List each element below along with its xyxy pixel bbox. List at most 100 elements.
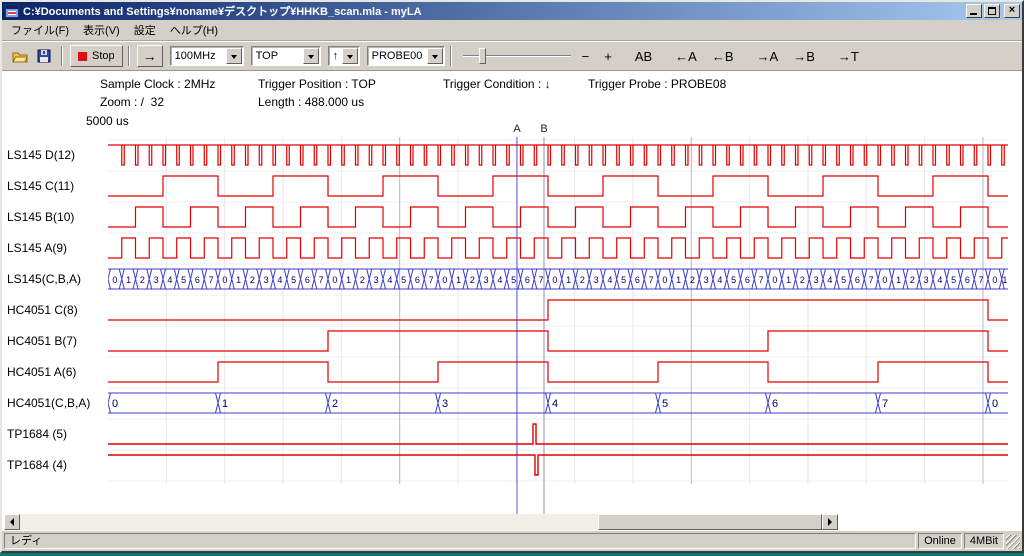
zoom-out-button[interactable]: −	[578, 47, 594, 66]
trigger-edge-select[interactable]: ↑	[328, 46, 360, 66]
wave-2	[108, 207, 1008, 227]
minimize-button[interactable]	[966, 4, 982, 18]
clock-select[interactable]: 100MHz	[170, 46, 244, 66]
bus-value: 3	[814, 275, 819, 285]
bus-value: 4	[827, 275, 832, 285]
bus-value: 6	[635, 275, 640, 285]
bus-value: 1	[896, 275, 901, 285]
goto-trigger-button[interactable]: →T	[834, 47, 863, 66]
bus-value: 7	[539, 275, 544, 285]
probe-value: PROBE00	[368, 50, 427, 62]
bus-value: 2	[332, 398, 338, 410]
trigger-edge-value: ↑	[329, 50, 342, 62]
bus-value: 3	[154, 275, 159, 285]
maximize-button[interactable]	[984, 4, 1000, 18]
bus-value: 0	[772, 275, 777, 285]
bus-value: 5	[731, 275, 736, 285]
scroll-right-button[interactable]	[822, 514, 838, 530]
bus-value: 1	[786, 275, 791, 285]
right-to-a-button[interactable]: →A	[753, 47, 783, 66]
toolbar-separator	[128, 46, 130, 66]
bus-value: 2	[800, 275, 805, 285]
bus-value: 3	[484, 275, 489, 285]
left-to-b-button[interactable]: ←B	[708, 47, 738, 66]
chevron-down-icon[interactable]	[303, 48, 319, 64]
bus-value: 3	[924, 275, 929, 285]
bus-value: 6	[855, 275, 860, 285]
bus-value: 1	[1002, 275, 1007, 285]
menu-item-settings[interactable]: 設定	[127, 20, 163, 40]
chevron-down-icon[interactable]	[342, 48, 358, 64]
status-message: レディ	[4, 533, 916, 549]
menu-item-view[interactable]: 表示(V)	[76, 20, 127, 40]
stop-button[interactable]: Stop	[70, 45, 123, 67]
bus-value: 5	[841, 275, 846, 285]
bus-value: 6	[772, 398, 778, 410]
bus-value: 2	[580, 275, 585, 285]
chevron-down-icon[interactable]	[427, 48, 443, 64]
bus-value: 3	[374, 275, 379, 285]
bus-value: 7	[979, 275, 984, 285]
close-button[interactable]: ×	[1004, 4, 1020, 18]
arrow-left-icon	[6, 518, 14, 526]
trigger-position-value: TOP	[252, 50, 303, 62]
bus-value: 1	[236, 275, 241, 285]
bus-value: 5	[662, 398, 668, 410]
run-button[interactable]: →	[137, 45, 163, 67]
scroll-left-button[interactable]	[4, 514, 20, 530]
bus-value: 0	[222, 275, 227, 285]
bus-4: 0123456701234567012345670123456701234567…	[106, 269, 1009, 289]
chevron-down-icon[interactable]	[226, 48, 242, 64]
floppy-disk-icon	[37, 49, 51, 63]
arrow-right-icon	[828, 518, 836, 526]
zoom-in-button[interactable]: +	[600, 47, 616, 66]
resize-grip[interactable]	[1006, 535, 1020, 549]
bus-value: 7	[429, 275, 434, 285]
window-title: C:¥Documents and Settings¥noname¥デスクトップ¥…	[23, 3, 964, 19]
bus-value: 0	[992, 275, 997, 285]
marker-a-label: A	[513, 123, 521, 135]
maximize-icon	[988, 7, 996, 15]
trigger-position-select[interactable]: TOP	[251, 46, 321, 66]
bus-value: 1	[566, 275, 571, 285]
menu-item-file[interactable]: ファイル(F)	[4, 20, 76, 40]
save-button[interactable]	[32, 45, 56, 67]
right-to-b-button[interactable]: →B	[789, 47, 819, 66]
bus-value: 2	[690, 275, 695, 285]
probe-select[interactable]: PROBE00	[367, 46, 445, 66]
statusbar: レディ Online 4MBit	[2, 531, 1022, 551]
ab-range-button[interactable]: AB	[631, 47, 656, 66]
waveform-plot[interactable]: AB01234567012345670123456701234567012345…	[2, 71, 1022, 531]
bus-value: 6	[525, 275, 530, 285]
horizontal-scrollbar[interactable]	[4, 514, 838, 530]
bus-value: 0	[112, 398, 118, 410]
wave-5	[108, 300, 1008, 320]
menubar: ファイル(F) 表示(V) 設定 ヘルプ(H)	[2, 20, 1022, 41]
bus-value: 7	[882, 398, 888, 410]
bus-value: 0	[552, 275, 557, 285]
bus-value: 0	[882, 275, 887, 285]
bus-value: 5	[181, 275, 186, 285]
slider-thumb[interactable]	[479, 48, 486, 64]
bus-value: 2	[910, 275, 915, 285]
bus-value: 4	[717, 275, 722, 285]
left-to-a-button[interactable]: ←A	[671, 47, 701, 66]
marker-b-label: B	[540, 123, 547, 135]
titlebar[interactable]: C:¥Documents and Settings¥noname¥デスクトップ¥…	[2, 2, 1022, 20]
menu-item-help[interactable]: ヘルプ(H)	[163, 20, 225, 40]
bus-value: 6	[195, 275, 200, 285]
wave-9	[108, 424, 1008, 444]
bus-value: 6	[745, 275, 750, 285]
wave-3	[108, 238, 1008, 258]
wave-10	[108, 455, 1008, 475]
bus-value: 3	[442, 398, 448, 410]
bus-value: 3	[594, 275, 599, 285]
stop-label: Stop	[92, 50, 115, 62]
scrollbar-thumb[interactable]	[598, 514, 822, 530]
zoom-slider[interactable]	[463, 46, 571, 66]
client-area: Sample Clock : 2MHz Trigger Position : T…	[2, 71, 1022, 531]
status-online-badge: Online	[918, 533, 962, 549]
open-button[interactable]	[8, 45, 32, 67]
status-memory-badge: 4MBit	[964, 533, 1004, 549]
toolbar: Stop → 100MHz TOP ↑ PROBE00 − + AB ←A	[2, 41, 1022, 71]
